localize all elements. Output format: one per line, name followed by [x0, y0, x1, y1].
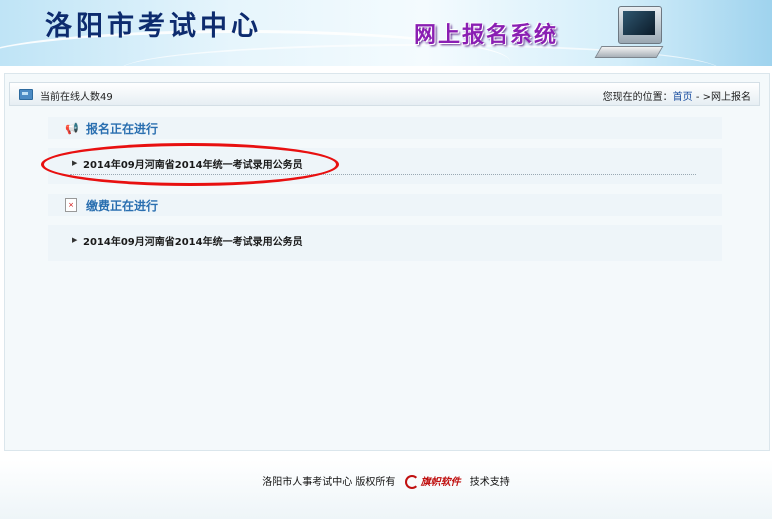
status-bar: 当前在线人数49 您现在的位置：首页 - >网上报名 [9, 82, 760, 106]
section-header-payment: × 缴费正在进行 [48, 194, 722, 216]
megaphone-icon: 📢 [65, 122, 79, 135]
computer-icon [594, 4, 668, 60]
list-item-payment[interactable]: ▶ 2014年09月河南省2014年统一考试录用公务员 [48, 225, 722, 261]
bullet-arrow-icon: ▶ [72, 236, 78, 244]
footer: 洛阳市人事考试中心 版权所有 旗帜软件 技术支持 [0, 473, 772, 489]
payment-exam-link[interactable]: 2014年09月河南省2014年统一考试录用公务员 [83, 233, 303, 248]
footer-support: 技术支持 [469, 477, 510, 488]
breadcrumb-separator: - > [692, 92, 711, 103]
vendor-logo-text: 旗帜软件 [420, 477, 461, 488]
footer-band [0, 459, 772, 519]
section-header-registration: 📢 报名正在进行 [48, 117, 722, 139]
breadcrumb-home-link[interactable]: 首页 [673, 92, 693, 103]
breadcrumb-current: 网上报名 [711, 92, 751, 103]
online-count: 当前在线人数49 [40, 92, 113, 103]
section-heading-payment: 缴费正在进行 [86, 199, 159, 213]
vendor-logo: 旗帜软件 [404, 473, 461, 489]
footer-copyright: 洛阳市人事考试中心 版权所有 [262, 477, 396, 488]
breadcrumb: 您现在的位置：首页 - >网上报名 [603, 88, 751, 103]
highlight-oval [41, 143, 339, 186]
header-banner: 洛阳市考试中心 网上报名系统 [0, 0, 772, 66]
online-users-icon [19, 89, 33, 100]
site-title: 洛阳市考试中心 [45, 11, 262, 42]
document-x-icon: × [65, 198, 77, 212]
system-title: 网上报名系统 [414, 23, 559, 48]
breadcrumb-prefix: 您现在的位置： [602, 92, 673, 103]
vendor-logo-icon [404, 475, 419, 489]
section-heading-registration: 报名正在进行 [86, 122, 159, 136]
